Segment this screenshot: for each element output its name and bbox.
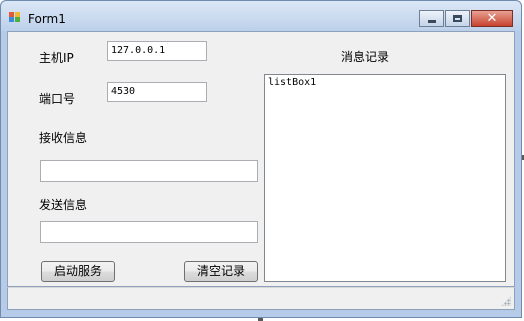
log-title: 消息记录 bbox=[341, 50, 390, 64]
clear-log-button[interactable]: 清空记录 bbox=[184, 261, 258, 282]
form-client-area: 主机IP 127.0.0.1 端口号 4530 接收信息 发送信息 启动服务 清… bbox=[7, 31, 515, 287]
host-ip-label: 主机IP bbox=[39, 51, 74, 65]
maximize-button[interactable] bbox=[445, 10, 470, 27]
minimize-button[interactable] bbox=[419, 10, 444, 27]
send-label: 发送信息 bbox=[39, 198, 88, 212]
message-log-listbox[interactable]: listBox1 bbox=[264, 74, 506, 282]
receive-label: 接收信息 bbox=[39, 131, 88, 145]
resize-grip-icon[interactable] bbox=[501, 296, 511, 306]
port-input[interactable]: 4530 bbox=[107, 82, 207, 102]
close-button[interactable]: ✕ bbox=[471, 10, 513, 27]
window-title: Form1 bbox=[28, 12, 66, 26]
host-ip-input[interactable]: 127.0.0.1 bbox=[107, 41, 207, 61]
close-icon: ✕ bbox=[486, 11, 498, 26]
receive-input[interactable] bbox=[40, 160, 258, 182]
port-label: 端口号 bbox=[39, 92, 76, 106]
caption-buttons: ✕ bbox=[419, 10, 513, 28]
minimize-icon bbox=[428, 20, 436, 23]
status-bar bbox=[7, 287, 515, 310]
title-bar[interactable]: Form1 ✕ bbox=[1, 1, 521, 31]
app-icon bbox=[9, 12, 21, 22]
send-input[interactable] bbox=[40, 221, 258, 243]
start-service-button[interactable]: 启动服务 bbox=[41, 261, 115, 282]
maximize-icon bbox=[453, 15, 462, 22]
list-item[interactable]: listBox1 bbox=[268, 77, 502, 88]
